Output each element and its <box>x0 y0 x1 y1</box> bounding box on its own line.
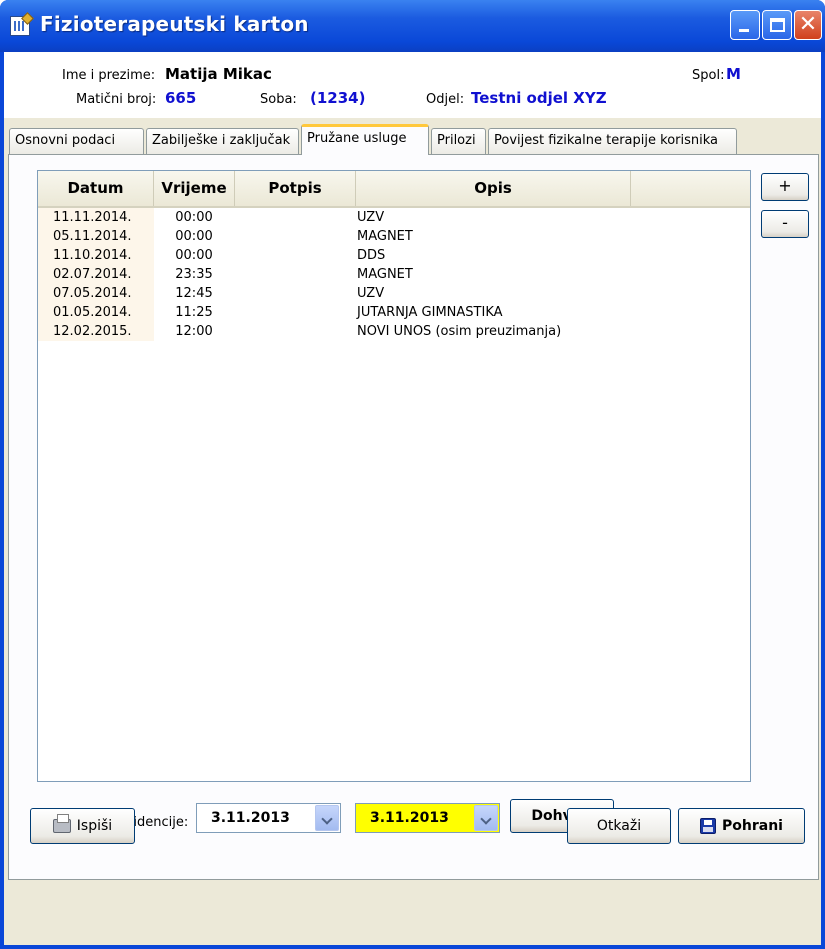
app-icon <box>10 12 34 36</box>
cell-time: 11:25 <box>175 305 213 320</box>
cancel-button[interactable]: Otkaži <box>567 808 671 844</box>
services-panel: Datum Vrijeme Potpis Opis 11.11.2014. 00… <box>8 154 819 880</box>
maximize-icon <box>770 18 785 32</box>
print-button[interactable]: Ispiši <box>30 808 135 844</box>
table-row[interactable]: 11.11.2014. 00:00 UZV <box>38 208 750 227</box>
save-button[interactable]: Pohrani <box>678 808 805 844</box>
tab-pruzane-usluge[interactable]: Pružane usluge <box>301 124 429 155</box>
table-row[interactable]: 07.05.2014. 12:45 UZV <box>38 284 750 303</box>
date-to-dropdown[interactable]: 3.11.2013 <box>355 803 500 833</box>
cell-description: MAGNET <box>357 229 413 244</box>
printer-icon <box>52 814 71 833</box>
department-value: Testni odjel XYZ <box>471 89 607 107</box>
date-from-value: 3.11.2013 <box>211 810 290 826</box>
room-label: Soba: <box>260 92 297 107</box>
sex-label: Spol: <box>692 68 725 83</box>
window-title: Fizioterapeutski karton <box>40 12 309 36</box>
id-label: Matični broj: <box>76 92 157 107</box>
chevron-down-icon[interactable] <box>315 805 339 831</box>
date-to-value: 3.11.2013 <box>370 810 449 826</box>
column-header-datum[interactable]: Datum <box>38 171 154 206</box>
table-row[interactable]: 01.05.2014. 11:25 JUTARNJA GIMNASTIKA <box>38 303 750 322</box>
id-value: 665 <box>165 89 197 107</box>
cell-description: UZV <box>357 210 385 225</box>
table-body: 11.11.2014. 00:00 UZV 05.11.2014. 00:00 … <box>38 208 750 341</box>
add-row-button[interactable]: + <box>761 173 809 201</box>
table-row[interactable]: 02.07.2014. 23:35 MAGNET <box>38 265 750 284</box>
table-row[interactable]: 05.11.2014. 00:00 MAGNET <box>38 227 750 246</box>
sex-value: M <box>726 65 741 83</box>
remove-row-button[interactable]: - <box>761 210 809 238</box>
tab-zabiljeske[interactable]: Zabilješke i zaključak <box>146 128 299 154</box>
tab-prilozi[interactable]: Prilozi <box>431 128 486 154</box>
cell-time: 00:00 <box>175 248 213 263</box>
floppy-disk-icon <box>700 818 717 834</box>
cell-time: 23:35 <box>175 267 213 282</box>
tab-bar: Osnovni podaci Zabilješke i zaključak Pr… <box>4 124 821 155</box>
cell-time: 00:00 <box>175 229 213 244</box>
cell-time: 12:00 <box>175 324 213 339</box>
cell-date: 11.10.2014. <box>38 246 154 265</box>
close-icon: ✕ <box>798 12 818 37</box>
print-label: Ispiši <box>76 818 113 834</box>
maximize-button[interactable] <box>762 10 792 40</box>
patient-header: Ime i prezime: Matija Mikac Matični broj… <box>4 52 821 118</box>
name-value: Matija Mikac <box>165 65 272 83</box>
cell-date: 12.02.2015. <box>38 322 154 341</box>
tab-osnovni-podaci[interactable]: Osnovni podaci <box>9 128 144 154</box>
window-client: Ime i prezime: Matija Mikac Matični broj… <box>4 52 821 945</box>
cell-date: 02.07.2014. <box>38 265 154 284</box>
department-label: Odjel: <box>426 92 465 107</box>
chevron-down-icon[interactable] <box>474 805 498 831</box>
column-header-potpis[interactable]: Potpis <box>235 171 356 206</box>
cell-date: 11.11.2014. <box>38 208 154 227</box>
cell-date: 01.05.2014. <box>38 303 154 322</box>
date-from-dropdown[interactable]: 3.11.2013 <box>196 803 341 833</box>
close-button[interactable]: ✕ <box>794 10 822 40</box>
cell-date: 05.11.2014. <box>38 227 154 246</box>
cell-time: 00:00 <box>175 210 213 225</box>
cell-date: 07.05.2014. <box>38 284 154 303</box>
title-bar[interactable]: Fizioterapeutski karton ✕ <box>0 0 825 52</box>
name-label: Ime i prezime: <box>62 68 156 83</box>
column-header-opis[interactable]: Opis <box>356 171 631 206</box>
cell-description: DDS <box>357 248 386 263</box>
table-row[interactable]: 12.02.2015. 12:00 NOVI UNOS (osim preuzi… <box>38 322 750 341</box>
tab-povijest-terapije[interactable]: Povijest fizikalne terapije korisnika <box>488 128 737 154</box>
cell-time: 12:45 <box>175 286 213 301</box>
room-value: (1234) <box>310 89 366 107</box>
cell-description: MAGNET <box>357 267 413 282</box>
table-header: Datum Vrijeme Potpis Opis <box>38 171 750 208</box>
services-table[interactable]: Datum Vrijeme Potpis Opis 11.11.2014. 00… <box>37 170 751 782</box>
cell-description: NOVI UNOS (osim preuzimanja) <box>357 324 562 339</box>
minimize-button[interactable] <box>730 10 760 40</box>
cell-description: UZV <box>357 286 385 301</box>
minimize-icon <box>739 29 749 32</box>
cell-description: JUTARNJA GIMNASTIKA <box>357 305 503 320</box>
save-label: Pohrani <box>722 818 783 834</box>
app-window: Fizioterapeutski karton ✕ Ime i prezime:… <box>0 0 825 949</box>
column-header-vrijeme[interactable]: Vrijeme <box>154 171 235 206</box>
table-row[interactable]: 11.10.2014. 00:00 DDS <box>38 246 750 265</box>
